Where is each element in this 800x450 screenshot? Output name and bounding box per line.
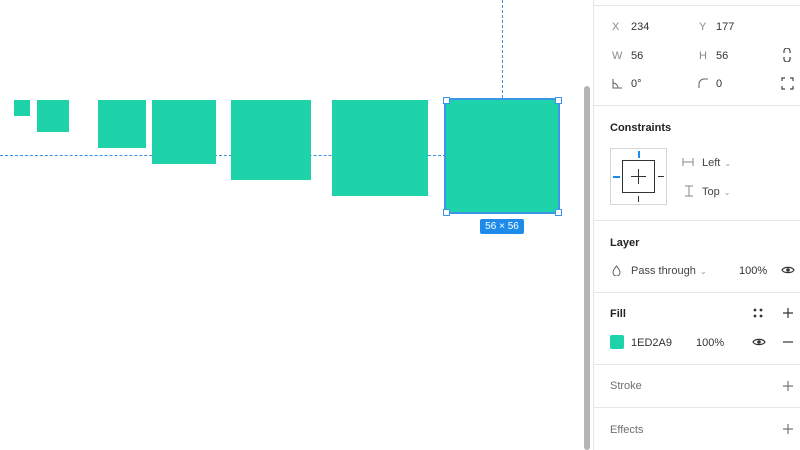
rectangle-shape[interactable]: [332, 100, 428, 196]
horizontal-constraint-dropdown[interactable]: Left ⌄: [702, 157, 731, 169]
divider: [594, 5, 800, 6]
layer-opacity-input[interactable]: 100%: [739, 265, 767, 277]
layer-title: Layer: [610, 237, 640, 249]
resize-handle-bottom-right[interactable]: [555, 209, 562, 216]
resize-handle-bottom-left[interactable]: [443, 209, 450, 216]
blend-mode-drop-icon: [612, 265, 621, 276]
chevron-down-icon: ⌄: [723, 188, 731, 197]
properties-panel: X 234 Y 177 W 56 H 56 0° 0 Constraints L…: [593, 0, 800, 450]
divider: [594, 292, 800, 293]
constrain-proportions-icon[interactable]: [781, 48, 793, 62]
styles-grid-icon[interactable]: [753, 308, 763, 318]
resize-handle-top-right[interactable]: [555, 97, 562, 104]
h-label: H: [699, 50, 707, 62]
width-input[interactable]: 56: [631, 50, 643, 62]
corner-radius-icon: [698, 78, 708, 88]
constraint-left-indicator[interactable]: [613, 176, 620, 178]
eye-icon[interactable]: [781, 265, 795, 275]
constraint-widget[interactable]: [610, 148, 667, 205]
constraint-right-indicator[interactable]: [658, 176, 664, 177]
height-input[interactable]: 56: [716, 50, 728, 62]
effects-title: Effects: [610, 424, 644, 436]
rectangle-shape[interactable]: [231, 100, 311, 180]
design-canvas[interactable]: 56 × 56: [0, 0, 584, 450]
constraint-bottom-indicator[interactable]: [638, 196, 639, 202]
vertical-guide-line: [502, 0, 503, 98]
rotation-input[interactable]: 0°: [631, 78, 642, 90]
blend-mode-value: Pass through: [631, 265, 696, 277]
divider: [594, 105, 800, 106]
selected-rectangle-shape[interactable]: [444, 98, 560, 214]
chevron-down-icon: ⌄: [699, 267, 707, 276]
fill-color-swatch[interactable]: [610, 335, 624, 349]
size-badge: 56 × 56: [480, 219, 524, 234]
x-label: X: [612, 21, 620, 33]
rotation-icon: [612, 79, 622, 89]
rectangle-shape[interactable]: [14, 100, 30, 116]
fill-opacity-input[interactable]: 100%: [696, 337, 724, 349]
rectangle-shape[interactable]: [98, 100, 146, 148]
vertical-constraint-icon: [685, 185, 693, 197]
canvas-scrollbar[interactable]: [584, 86, 590, 450]
corner-radius-input[interactable]: 0: [716, 78, 722, 90]
divider: [594, 220, 800, 221]
rectangle-shape[interactable]: [152, 100, 216, 164]
stroke-title: Stroke: [610, 380, 642, 392]
vertical-constraint-dropdown[interactable]: Top ⌄: [702, 186, 730, 198]
blend-mode-dropdown[interactable]: Pass through ⌄: [631, 265, 707, 277]
divider: [594, 364, 800, 365]
independent-corners-icon[interactable]: [781, 77, 794, 90]
constraints-title: Constraints: [610, 122, 672, 134]
fill-title: Fill: [610, 308, 626, 320]
constraint-top-indicator[interactable]: [638, 151, 640, 158]
add-effect-plus-icon[interactable]: [782, 423, 794, 435]
y-label: Y: [699, 21, 707, 33]
eye-icon[interactable]: [752, 337, 766, 347]
remove-fill-minus-icon[interactable]: [782, 336, 794, 348]
constraint-center-box: [622, 160, 655, 193]
resize-handle-top-left[interactable]: [443, 97, 450, 104]
w-label: W: [612, 50, 623, 62]
divider: [594, 407, 800, 408]
rectangle-shape[interactable]: [37, 100, 69, 132]
x-input[interactable]: 234: [631, 21, 649, 33]
add-fill-plus-icon[interactable]: [782, 307, 794, 319]
y-input[interactable]: 177: [716, 21, 734, 33]
vertical-constraint-value: Top: [702, 186, 720, 198]
horizontal-constraint-value: Left: [702, 157, 721, 169]
chevron-down-icon: ⌄: [724, 159, 732, 168]
fill-hex-input[interactable]: 1ED2A9: [631, 337, 672, 349]
horizontal-constraint-icon: [682, 158, 694, 166]
add-stroke-plus-icon[interactable]: [782, 380, 794, 392]
